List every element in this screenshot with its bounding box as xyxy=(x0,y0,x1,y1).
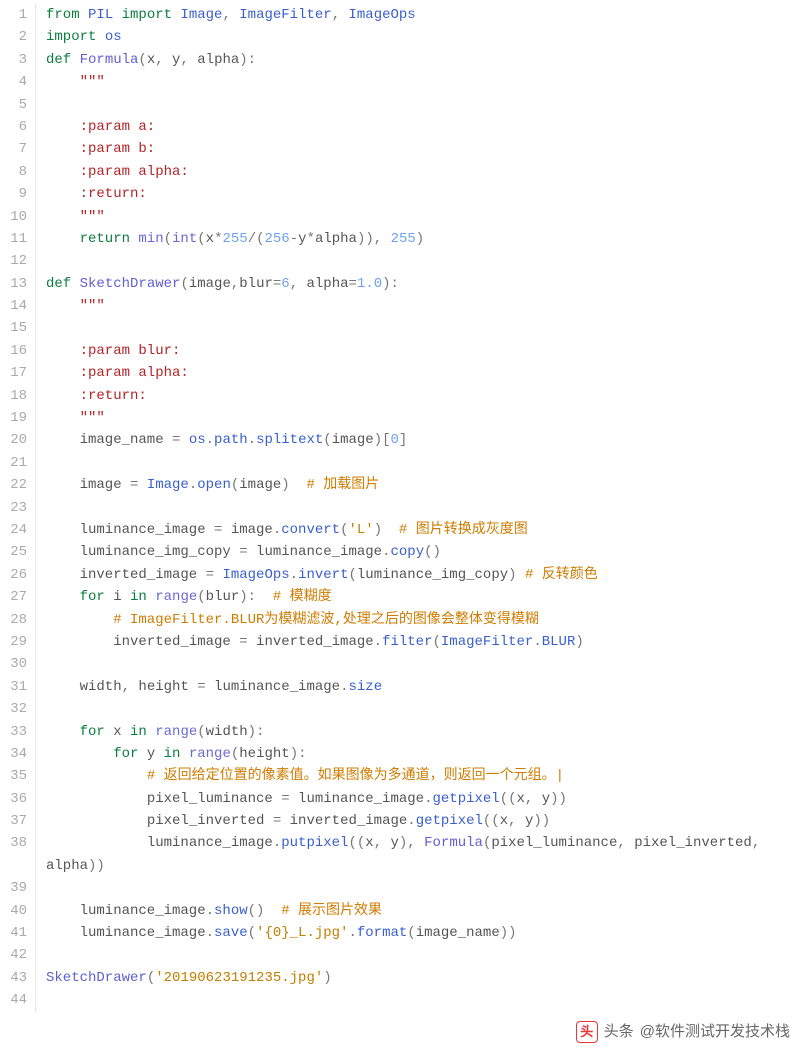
code-line: for x in range(width): xyxy=(46,721,802,743)
line-number: 1 xyxy=(0,4,27,26)
line-number: 20 xyxy=(0,429,27,451)
code-line: SketchDrawer('20190623191235.jpg') xyxy=(46,967,802,989)
watermark-handle: @软件测试开发技术栈 xyxy=(640,1020,790,1044)
code-line: :param blur: xyxy=(46,340,802,362)
line-number: 7 xyxy=(0,138,27,160)
line-number: 22 xyxy=(0,474,27,496)
line-number: 44 xyxy=(0,989,27,1011)
code-editor: 1234567891011121314151617181920212223242… xyxy=(0,0,802,1016)
code-line: pixel_inverted = inverted_image.getpixel… xyxy=(46,810,802,832)
code-line: luminance_image.putpixel((x, y), Formula… xyxy=(46,832,802,877)
line-number: 13 xyxy=(0,273,27,295)
line-number: 29 xyxy=(0,631,27,653)
code-line: :param alpha: xyxy=(46,161,802,183)
code-line: """ xyxy=(46,295,802,317)
line-number: 31 xyxy=(0,676,27,698)
line-number: 26 xyxy=(0,564,27,586)
line-number: 10 xyxy=(0,206,27,228)
line-number: 23 xyxy=(0,497,27,519)
code-line: pixel_luminance = luminance_image.getpix… xyxy=(46,788,802,810)
line-number: 36 xyxy=(0,788,27,810)
code-line: :return: xyxy=(46,385,802,407)
line-number: 11 xyxy=(0,228,27,250)
code-line: :return: xyxy=(46,183,802,205)
code-line xyxy=(46,452,802,474)
line-number: 24 xyxy=(0,519,27,541)
code-line: luminance_image.save('{0}_L.jpg'.format(… xyxy=(46,922,802,944)
line-number-gutter: 1234567891011121314151617181920212223242… xyxy=(0,4,36,1012)
code-line xyxy=(46,944,802,966)
line-number: 28 xyxy=(0,609,27,631)
code-line: inverted_image = ImageOps.invert(luminan… xyxy=(46,564,802,586)
watermark-icon: 头 xyxy=(576,1021,598,1043)
line-number: 5 xyxy=(0,94,27,116)
watermark-prefix: 头条 xyxy=(604,1020,634,1044)
line-number: 42 xyxy=(0,944,27,966)
code-line: import os xyxy=(46,26,802,48)
line-number: 43 xyxy=(0,967,27,989)
code-line: # 返回给定位置的像素值。如果图像为多通道，则返回一个元组。| xyxy=(46,765,802,787)
line-number: 34 xyxy=(0,743,27,765)
line-number: 33 xyxy=(0,721,27,743)
code-line: for y in range(height): xyxy=(46,743,802,765)
code-line: """ xyxy=(46,71,802,93)
line-number: 16 xyxy=(0,340,27,362)
line-number: 41 xyxy=(0,922,27,944)
line-number: 21 xyxy=(0,452,27,474)
code-line: def Formula(x, y, alpha): xyxy=(46,49,802,71)
line-number: 14 xyxy=(0,295,27,317)
code-line: luminance_img_copy = luminance_image.cop… xyxy=(46,541,802,563)
line-number: 27 xyxy=(0,586,27,608)
line-number: 37 xyxy=(0,810,27,832)
watermark: 头 头条 @软件测试开发技术栈 xyxy=(576,1020,790,1044)
line-number: 12 xyxy=(0,250,27,272)
line-number: 3 xyxy=(0,49,27,71)
line-number: 17 xyxy=(0,362,27,384)
code-line: from PIL import Image, ImageFilter, Imag… xyxy=(46,4,802,26)
code-line: """ xyxy=(46,407,802,429)
line-number: 32 xyxy=(0,698,27,720)
line-number: 40 xyxy=(0,900,27,922)
code-line: image = Image.open(image) # 加载图片 xyxy=(46,474,802,496)
code-line xyxy=(46,698,802,720)
code-line: for i in range(blur): # 模糊度 xyxy=(46,586,802,608)
line-number: 39 xyxy=(0,877,27,899)
code-line: return min(int(x*255/(256-y*alpha)), 255… xyxy=(46,228,802,250)
code-line xyxy=(46,497,802,519)
code-line xyxy=(46,989,802,1011)
code-line xyxy=(46,877,802,899)
code-line xyxy=(46,653,802,675)
line-number: 4 xyxy=(0,71,27,93)
line-number: 15 xyxy=(0,317,27,339)
line-number: 38 xyxy=(0,832,27,877)
code-line: inverted_image = inverted_image.filter(I… xyxy=(46,631,802,653)
code-line: :param a: xyxy=(46,116,802,138)
line-number: 9 xyxy=(0,183,27,205)
code-line: """ xyxy=(46,206,802,228)
code-line: :param alpha: xyxy=(46,362,802,384)
line-number: 25 xyxy=(0,541,27,563)
code-line: def SketchDrawer(image,blur=6, alpha=1.0… xyxy=(46,273,802,295)
line-number: 19 xyxy=(0,407,27,429)
code-line xyxy=(46,317,802,339)
line-number: 35 xyxy=(0,765,27,787)
code-line xyxy=(46,94,802,116)
code-line: width, height = luminance_image.size xyxy=(46,676,802,698)
code-area: from PIL import Image, ImageFilter, Imag… xyxy=(36,4,802,1012)
code-line: # ImageFilter.BLUR为模糊滤波,处理之后的图像会整体变得模糊 xyxy=(46,609,802,631)
code-line xyxy=(46,250,802,272)
line-number: 18 xyxy=(0,385,27,407)
line-number: 30 xyxy=(0,653,27,675)
code-line: luminance_image = image.convert('L') # 图… xyxy=(46,519,802,541)
code-line: image_name = os.path.splitext(image)[0] xyxy=(46,429,802,451)
line-number: 8 xyxy=(0,161,27,183)
code-line: :param b: xyxy=(46,138,802,160)
line-number: 6 xyxy=(0,116,27,138)
code-line: luminance_image.show() # 展示图片效果 xyxy=(46,900,802,922)
line-number: 2 xyxy=(0,26,27,48)
